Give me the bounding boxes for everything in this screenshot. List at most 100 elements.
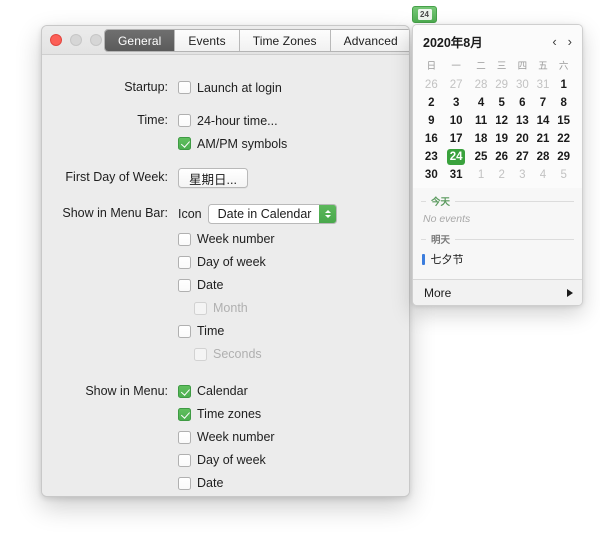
- first-day-of-week-button[interactable]: 星期日...: [178, 168, 248, 188]
- calendar-day-cell[interactable]: 24: [442, 148, 471, 166]
- tab-bar: General Events Time Zones Advanced: [104, 29, 409, 52]
- 24-hour-time-checkbox[interactable]: [178, 114, 191, 127]
- chevron-left-icon[interactable]: ‹: [552, 35, 556, 48]
- checkbox-row[interactable]: Time zones: [178, 405, 409, 424]
- calendar-day-cell[interactable]: 18: [471, 130, 492, 148]
- calendar-day-cell[interactable]: 7: [533, 94, 554, 112]
- calendar-day-cell[interactable]: 3: [442, 94, 471, 112]
- menubar-time-checkbox[interactable]: [178, 324, 191, 338]
- calendar-day-cell[interactable]: 15: [553, 112, 574, 130]
- calendar-day-cell[interactable]: 27: [442, 76, 471, 94]
- calendar-day-cell[interactable]: 2: [421, 94, 442, 112]
- calendar-day-cell[interactable]: 9: [421, 112, 442, 130]
- chevron-updown-icon[interactable]: [319, 204, 337, 223]
- checkbox-row[interactable]: Launch at login: [178, 78, 409, 97]
- checkbox-row[interactable]: 24-hour time...: [178, 111, 409, 130]
- calendar-day-cell[interactable]: 27: [512, 148, 533, 166]
- menu-bar-icon-day: 24: [417, 9, 432, 20]
- menu-calendar-checkbox[interactable]: [178, 384, 191, 398]
- checkbox-row[interactable]: Week number: [178, 428, 409, 447]
- checkbox-row[interactable]: Time: [178, 497, 409, 498]
- close-button[interactable]: [50, 34, 62, 46]
- launch-at-login-checkbox[interactable]: [178, 81, 191, 94]
- calendar-day-cell[interactable]: 16: [421, 130, 442, 148]
- menu-week-number-checkbox[interactable]: [178, 430, 191, 444]
- calendar-day-cell[interactable]: 29: [553, 148, 574, 166]
- calendar-day-cell[interactable]: 19: [491, 130, 512, 148]
- calendar-day-cell[interactable]: 3: [512, 166, 533, 184]
- menubar-seconds-label: Seconds: [213, 347, 262, 361]
- calendar-day-cell[interactable]: 1: [471, 166, 492, 184]
- calendar-day-cell[interactable]: 5: [491, 94, 512, 112]
- menubar-week-number-checkbox[interactable]: [178, 232, 191, 246]
- calendar-day-cell[interactable]: 31: [533, 76, 554, 94]
- tab-time-zones[interactable]: Time Zones: [239, 30, 331, 51]
- maximize-button[interactable]: [90, 34, 102, 46]
- list-item[interactable]: 七夕节: [421, 249, 574, 269]
- calendar-day-cell[interactable]: 29: [491, 76, 512, 94]
- calendar-grid: 日 一 二 三 四 五 六 26 27 28 29 30 31 1 2 3 4 5 6 7 8 9 10 11 1…: [421, 58, 574, 184]
- menubar-date-checkbox[interactable]: [178, 278, 191, 292]
- menubar-day-of-week-checkbox[interactable]: [178, 255, 191, 269]
- calendar-day-cell[interactable]: 30: [512, 76, 533, 94]
- checkbox-row[interactable]: Day of week: [178, 253, 409, 272]
- tab-advanced[interactable]: Advanced: [330, 30, 409, 51]
- calendar-day-cell[interactable]: 26: [421, 76, 442, 94]
- calendar-menu-bar-icon[interactable]: 24: [412, 6, 437, 23]
- calendar-day-cell[interactable]: 26: [491, 148, 512, 166]
- calendar-day-cell[interactable]: 22: [553, 130, 574, 148]
- checkbox-row[interactable]: Calendar: [178, 382, 409, 401]
- checkbox-row[interactable]: Day of week: [178, 451, 409, 470]
- checkbox-row[interactable]: AM/PM symbols: [178, 134, 409, 153]
- 24-hour-time-label: 24-hour time...: [197, 113, 278, 128]
- calendar-day-cell[interactable]: 10: [442, 112, 471, 130]
- calendar-day-selected[interactable]: 24: [447, 149, 466, 165]
- calendar-day-cell[interactable]: 12: [491, 112, 512, 130]
- calendar-day-cell[interactable]: 8: [553, 94, 574, 112]
- calendar-day-cell[interactable]: 4: [471, 94, 492, 112]
- calendar-day-cell[interactable]: 23: [421, 148, 442, 166]
- first-day-of-week-fields: 星期日...: [178, 168, 409, 189]
- more-label: More: [424, 285, 452, 300]
- calendar-day-cell[interactable]: 31: [442, 166, 471, 184]
- calendar-day-cell[interactable]: 30: [421, 166, 442, 184]
- calendar-day-cell[interactable]: 20: [512, 130, 533, 148]
- menu-bar-icon-select[interactable]: Date in Calendar: [207, 203, 338, 224]
- menu-calendar-label: Calendar: [197, 384, 248, 398]
- calendar-nav: ‹ ›: [552, 35, 572, 48]
- calendar-day-cell[interactable]: 13: [512, 112, 533, 130]
- ampm-symbols-checkbox[interactable]: [178, 137, 191, 150]
- calendar-day-cell[interactable]: 6: [512, 94, 533, 112]
- calendar-day-cell[interactable]: 2: [491, 166, 512, 184]
- chevron-right-icon[interactable]: ›: [568, 35, 572, 48]
- calendar-day-cell[interactable]: 17: [442, 130, 471, 148]
- time-label: Time:: [137, 113, 168, 127]
- calendar-day-cell[interactable]: 4: [533, 166, 554, 184]
- calendar-day-cell[interactable]: 28: [471, 76, 492, 94]
- menu-time-zones-checkbox[interactable]: [178, 407, 191, 421]
- event-title: 七夕节: [430, 254, 464, 266]
- menu-date-checkbox[interactable]: [178, 476, 191, 490]
- minimize-button[interactable]: [70, 34, 82, 46]
- calendar-day-cell[interactable]: 14: [533, 112, 554, 130]
- calendar-day-cell[interactable]: 21: [533, 130, 554, 148]
- calendar-day-cell[interactable]: 28: [533, 148, 554, 166]
- calendar-day-cell[interactable]: 11: [471, 112, 492, 130]
- checkbox-row[interactable]: Week number: [178, 230, 409, 249]
- checkbox-row[interactable]: Time: [178, 322, 409, 341]
- calendar-title: 2020年8月: [423, 36, 483, 50]
- menu-bar-icon-value: Date in Calendar: [217, 206, 312, 221]
- tab-general[interactable]: General: [105, 30, 176, 51]
- checkbox-row: Month: [178, 299, 409, 318]
- tab-events[interactable]: Events: [175, 30, 240, 51]
- checkbox-row[interactable]: Date: [178, 276, 409, 295]
- checkbox-row[interactable]: Date: [178, 474, 409, 493]
- calendar-day-cell[interactable]: 1: [553, 76, 574, 94]
- calendar-day-cell[interactable]: 25: [471, 148, 492, 166]
- menubar-month-checkbox: [194, 301, 207, 315]
- more-menu-item[interactable]: More: [413, 279, 582, 305]
- startup-label: Startup:: [124, 80, 168, 94]
- calendar-day-cell[interactable]: 5: [553, 166, 574, 184]
- menu-day-of-week-checkbox[interactable]: [178, 453, 191, 467]
- first-day-of-week-label: First Day of Week:: [65, 170, 168, 184]
